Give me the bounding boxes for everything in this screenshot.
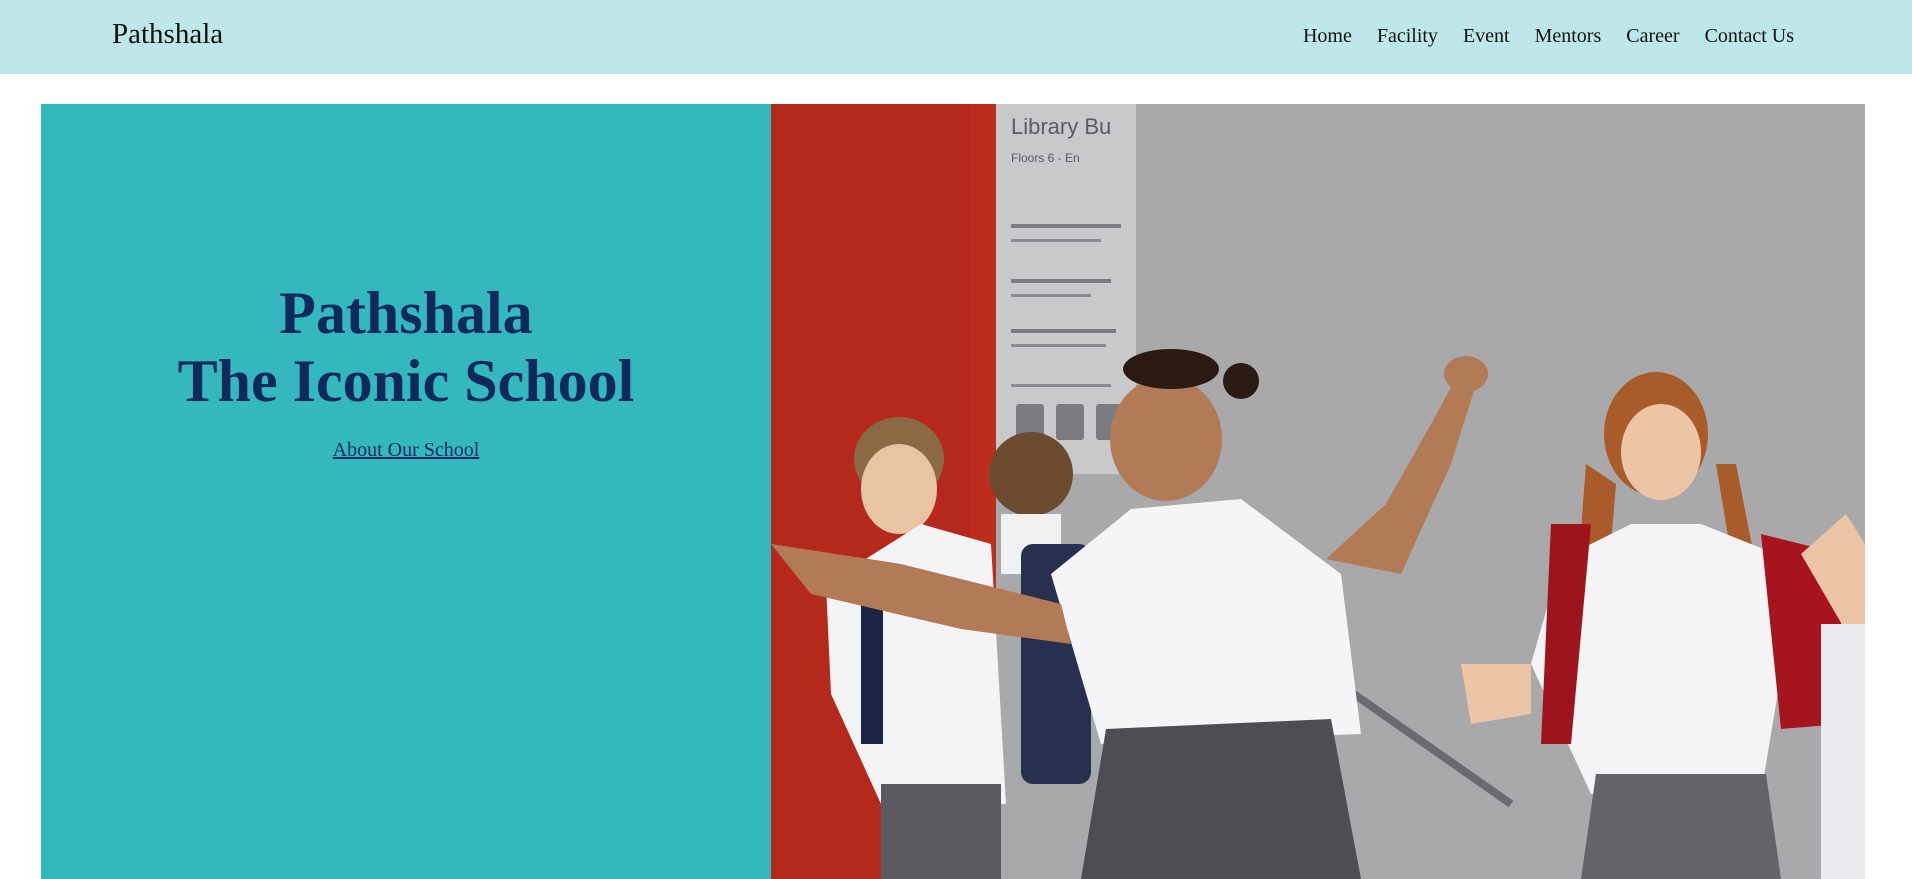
main-nav: Home Facility Event Mentors Career Conta… [1278,25,1794,48]
hero-photo: Library Bu Floors 6 - En [771,104,1865,879]
hero-title: Pathshala The Iconic School [41,279,771,415]
nav-item-home[interactable]: Home [1303,25,1352,48]
hero-title-line2: The Iconic School [177,348,635,414]
nav-item-facility[interactable]: Facility [1377,25,1438,48]
about-school-link[interactable]: About Our School [333,439,480,461]
nav-item-event[interactable]: Event [1463,25,1510,48]
nav-item-career[interactable]: Career [1626,25,1679,48]
hero-title-line1: Pathshala [279,280,533,346]
top-navbar: Pathshala Home Facility Event Mentors Ca… [0,0,1912,74]
hero-section: Pathshala The Iconic School About Our Sc… [41,104,1865,879]
sign-text-2: Floors 6 - En [1011,151,1080,165]
nav-item-mentors[interactable]: Mentors [1535,25,1602,48]
nav-item-contact-us[interactable]: Contact Us [1705,25,1794,48]
students-photo-image: Library Bu Floors 6 - En [771,104,1865,879]
hero-text-panel: Pathshala The Iconic School About Our Sc… [41,104,771,879]
sign-text-1: Library Bu [1011,114,1111,139]
brand-logo-link[interactable]: Pathshala [112,18,223,51]
